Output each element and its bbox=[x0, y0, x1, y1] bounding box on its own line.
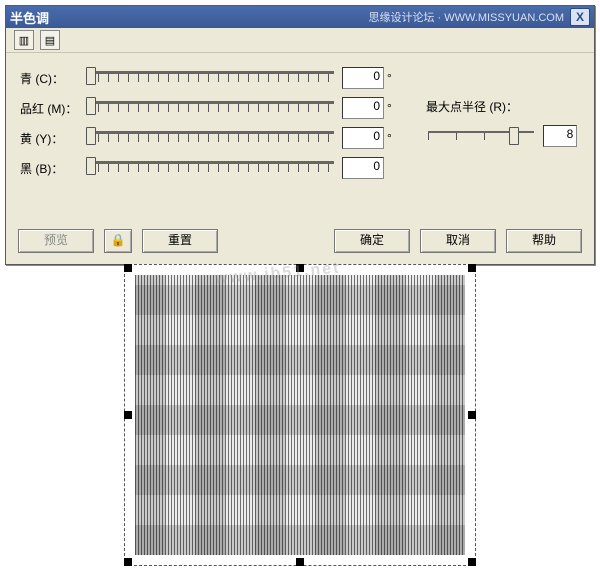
close-icon: X bbox=[576, 10, 584, 24]
slider-thumb[interactable] bbox=[86, 97, 96, 115]
window-title: 半色调 bbox=[10, 8, 49, 27]
slider-magenta[interactable] bbox=[86, 97, 336, 119]
help-button[interactable]: 帮助 bbox=[506, 229, 582, 253]
halftone-pattern bbox=[135, 275, 465, 555]
selection-handle[interactable] bbox=[124, 411, 132, 419]
value-black[interactable]: 0 bbox=[342, 157, 384, 179]
unit-magenta: ° bbox=[387, 101, 397, 115]
selection-handle[interactable] bbox=[124, 264, 132, 272]
row-cyan: 青 (C)： 0 ° bbox=[20, 63, 580, 93]
halftone-dialog: 半色调 思缘设计论坛 · WWW.MISSYUAN.COM X ▥ ▤ 青 (C… bbox=[5, 5, 595, 265]
reset-button[interactable]: 重置 bbox=[142, 229, 218, 253]
slider-black[interactable] bbox=[86, 157, 336, 179]
button-row: 预览 🔒 重置 确定 取消 帮助 bbox=[6, 226, 594, 256]
tool-row: ▥ ▤ bbox=[6, 28, 594, 53]
slider-thumb[interactable] bbox=[86, 127, 96, 145]
unit-yellow: ° bbox=[387, 131, 397, 145]
canvas-preview[interactable] bbox=[124, 264, 476, 566]
label-yellow: 黄 (Y)： bbox=[20, 130, 86, 147]
slider-thumb[interactable] bbox=[86, 157, 96, 175]
label-magenta: 品红 (M)： bbox=[20, 100, 86, 117]
label-cyan: 青 (C)： bbox=[20, 70, 86, 87]
lock-icon: 🔒 bbox=[111, 233, 126, 247]
window-credit: 思缘设计论坛 · WWW.MISSYUAN.COM bbox=[368, 9, 564, 25]
selection-handle[interactable] bbox=[296, 558, 304, 566]
toolbar-btn-1[interactable]: ▥ bbox=[14, 30, 34, 50]
ok-button[interactable]: 确定 bbox=[334, 229, 410, 253]
slider-radius[interactable] bbox=[426, 125, 536, 147]
slider-yellow[interactable] bbox=[86, 127, 336, 149]
radius-group: 最大点半径 (R)： 8 bbox=[426, 98, 584, 147]
unit-cyan: ° bbox=[387, 71, 397, 85]
selection-handle[interactable] bbox=[296, 264, 304, 272]
lock-button[interactable]: 🔒 bbox=[104, 229, 132, 253]
selection-handle[interactable] bbox=[124, 558, 132, 566]
row-black: 黑 (B)： 0 bbox=[20, 153, 580, 183]
value-cyan[interactable]: 0 bbox=[342, 67, 384, 89]
close-button[interactable]: X bbox=[570, 8, 590, 26]
title-bar: 半色调 思缘设计论坛 · WWW.MISSYUAN.COM X bbox=[6, 6, 594, 28]
label-radius: 最大点半径 (R)： bbox=[426, 98, 584, 115]
value-yellow[interactable]: 0 bbox=[342, 127, 384, 149]
slider-cyan[interactable] bbox=[86, 67, 336, 89]
selection-handle[interactable] bbox=[468, 264, 476, 272]
slider-thumb[interactable] bbox=[86, 67, 96, 85]
toolbar-btn-2[interactable]: ▤ bbox=[40, 30, 60, 50]
value-magenta[interactable]: 0 bbox=[342, 97, 384, 119]
selection-handle[interactable] bbox=[468, 558, 476, 566]
selection-handle[interactable] bbox=[468, 411, 476, 419]
value-radius[interactable]: 8 bbox=[543, 125, 577, 147]
cancel-button[interactable]: 取消 bbox=[420, 229, 496, 253]
slider-thumb[interactable] bbox=[509, 127, 519, 145]
label-black: 黑 (B)： bbox=[20, 160, 86, 177]
preview-button[interactable]: 预览 bbox=[18, 229, 94, 253]
